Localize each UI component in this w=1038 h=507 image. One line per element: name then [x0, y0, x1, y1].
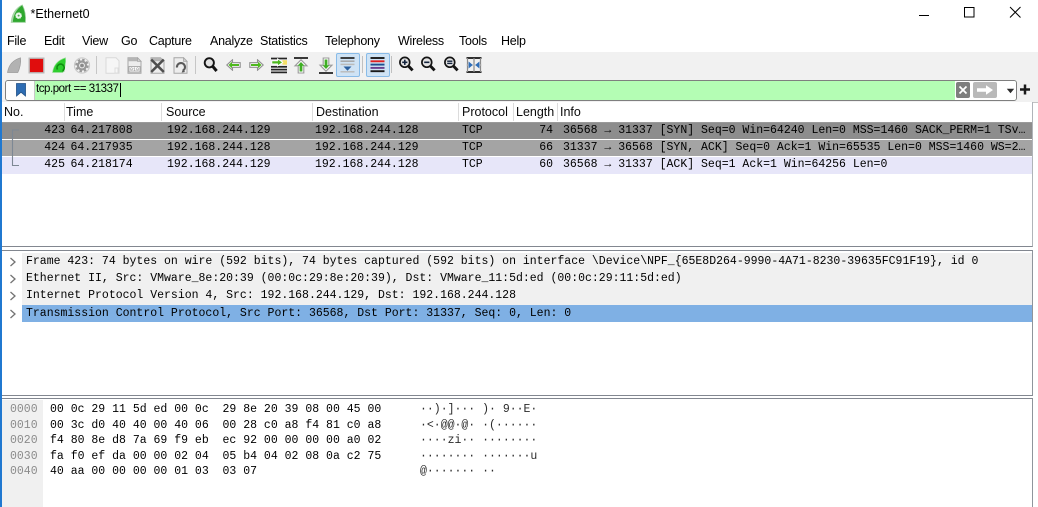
svg-text:010: 010 — [130, 67, 139, 73]
